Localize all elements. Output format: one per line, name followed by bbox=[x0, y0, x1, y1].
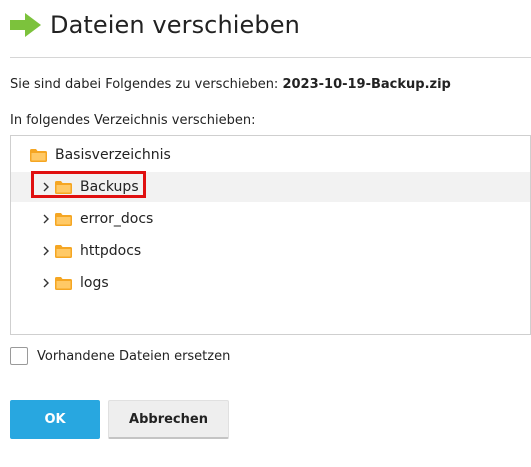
chevron-right-icon[interactable] bbox=[41, 214, 51, 224]
tree-item-label: Backups bbox=[80, 179, 139, 195]
tree-item-label: httpdocs bbox=[80, 243, 142, 259]
move-description: Sie sind dabei Folgendes zu verschieben:… bbox=[10, 77, 451, 92]
ok-button[interactable]: OK bbox=[10, 400, 100, 439]
dialog-header: Dateien verschieben bbox=[10, 8, 300, 42]
chevron-right-icon[interactable] bbox=[41, 278, 51, 288]
tree-item-httpdocs[interactable]: httpdocs bbox=[11, 236, 530, 266]
move-files-dialog: Dateien verschieben Sie sind dabei Folge… bbox=[0, 0, 531, 467]
tree-item-label: Basisverzeichnis bbox=[55, 147, 171, 163]
tree-item-backups[interactable]: Backups bbox=[11, 172, 530, 202]
tree-item-label: error_docs bbox=[80, 211, 154, 227]
chevron-right-icon[interactable] bbox=[41, 246, 51, 256]
folder-icon bbox=[55, 180, 72, 194]
dialog-title: Dateien verschieben bbox=[50, 11, 300, 39]
directory-tree[interactable]: Basisverzeichnis Backups error_docs http… bbox=[10, 135, 531, 335]
replace-files-checkbox[interactable] bbox=[10, 347, 28, 365]
cancel-button[interactable]: Abbrechen bbox=[108, 400, 229, 439]
replace-files-option[interactable]: Vorhandene Dateien ersetzen bbox=[10, 347, 230, 365]
tree-item-label: logs bbox=[80, 275, 109, 291]
folder-icon bbox=[30, 148, 47, 162]
chevron-right-icon[interactable] bbox=[41, 182, 51, 192]
tree-item-root[interactable]: Basisverzeichnis bbox=[11, 140, 530, 170]
header-divider bbox=[10, 57, 531, 58]
folder-icon bbox=[55, 212, 72, 226]
folder-icon bbox=[55, 244, 72, 258]
folder-icon bbox=[55, 276, 72, 290]
move-filename: 2023-10-19-Backup.zip bbox=[282, 77, 451, 92]
move-prefix: Sie sind dabei Folgendes zu verschieben: bbox=[10, 77, 283, 92]
target-directory-label: In folgendes Verzeichnis verschieben: bbox=[10, 113, 256, 128]
tree-item-logs[interactable]: logs bbox=[11, 268, 530, 298]
tree-item-error-docs[interactable]: error_docs bbox=[11, 204, 530, 234]
green-arrow-icon bbox=[10, 13, 41, 37]
replace-files-label[interactable]: Vorhandene Dateien ersetzen bbox=[37, 349, 230, 364]
